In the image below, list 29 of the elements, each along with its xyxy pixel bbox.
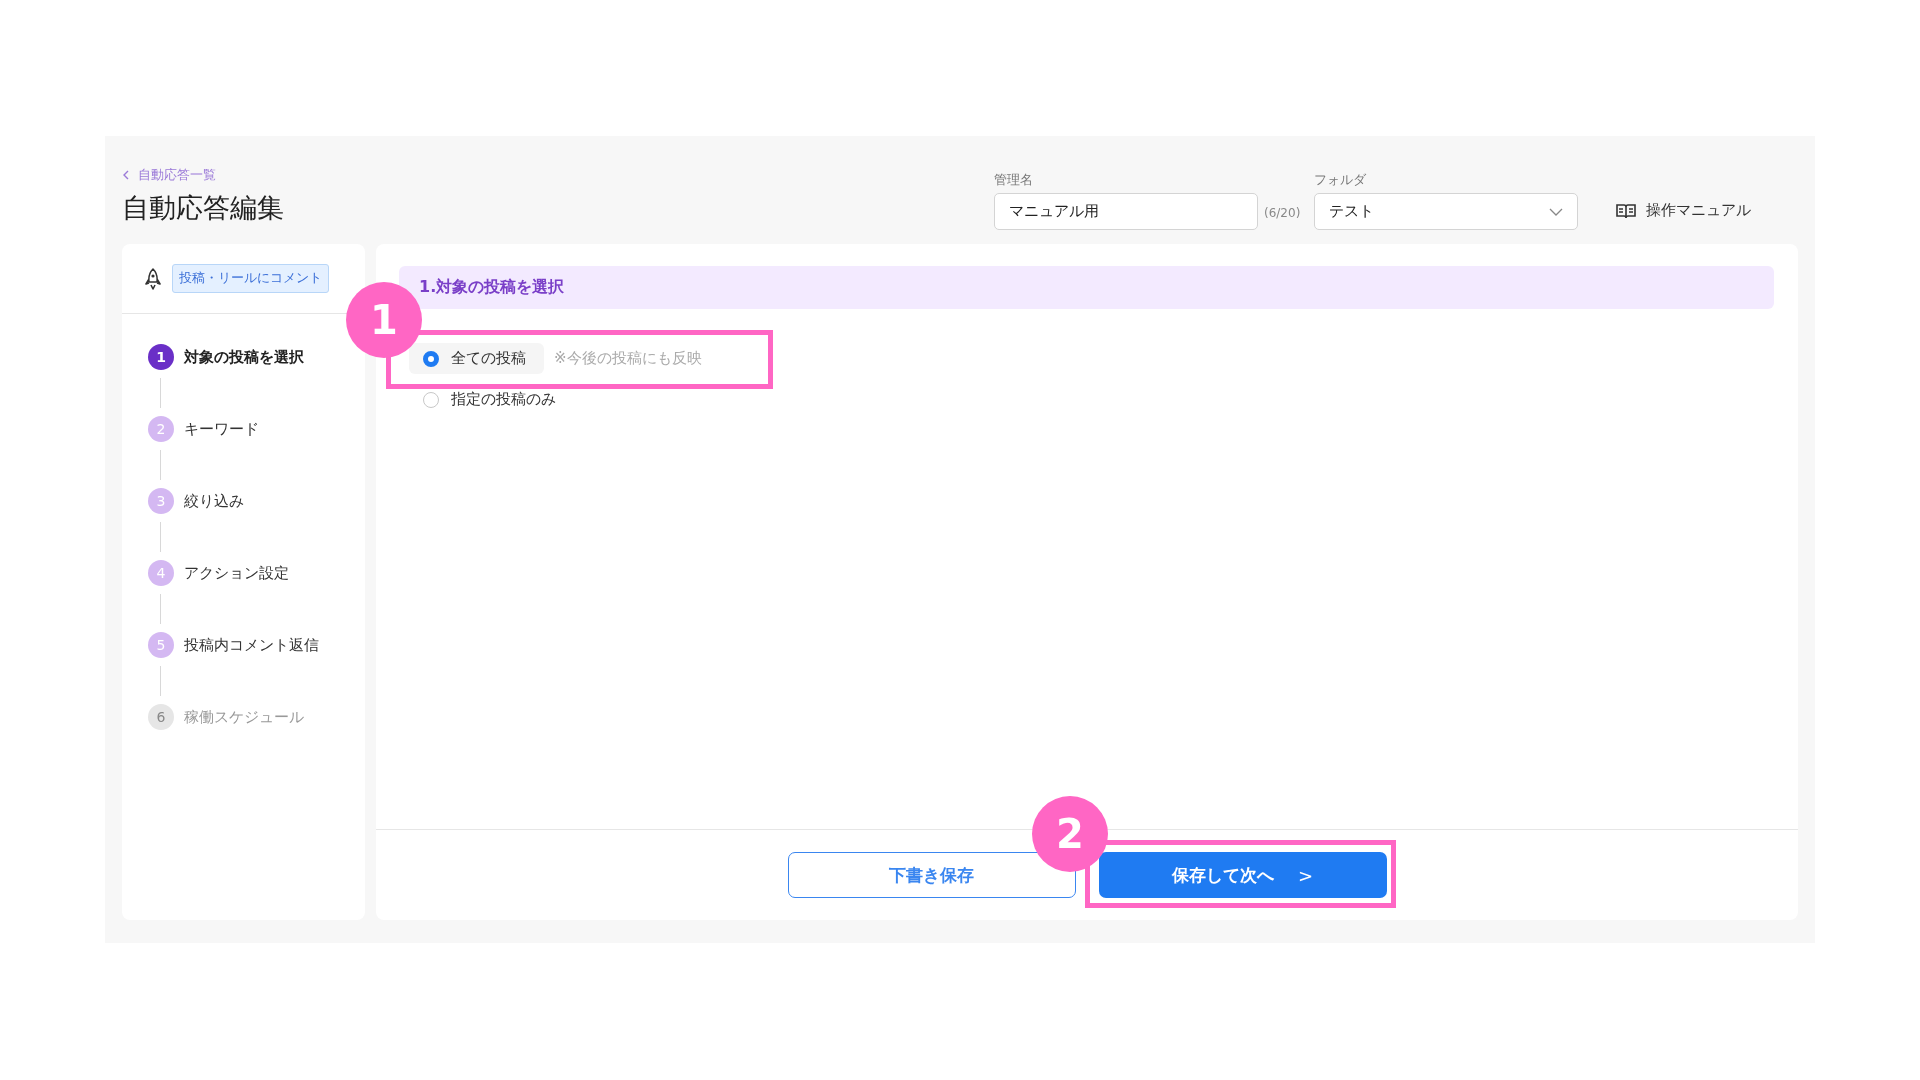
field-label: 管理名 <box>994 171 1034 189</box>
step-label[interactable]: 絞り込み <box>184 491 244 511</box>
character-counter: (6/20) <box>1264 206 1301 220</box>
step-number: 4 <box>148 560 174 586</box>
step-label[interactable]: キーワード <box>184 419 259 439</box>
step-number: 2 <box>148 416 174 442</box>
section-heading: 1.対象の投稿を選択 <box>399 266 1774 309</box>
book-icon <box>1616 202 1637 219</box>
manual-link[interactable]: 操作マニュアル <box>1616 201 1752 220</box>
chevron-down-icon <box>1549 207 1564 216</box>
step-label[interactable]: 対象の投稿を選択 <box>184 347 304 367</box>
step-number: 3 <box>148 488 174 514</box>
radio-option[interactable]: 全ての投稿 <box>409 343 544 374</box>
type-tag: 投稿・リールにコメント <box>172 264 329 293</box>
step-number: 1 <box>148 344 174 370</box>
step-label[interactable]: 投稿内コメント返信 <box>184 635 319 655</box>
save-next-button[interactable]: 保存して次へ > <box>1098 852 1387 898</box>
step-label[interactable]: アクション設定 <box>184 563 289 583</box>
step-number: 5 <box>148 632 174 658</box>
rocket-icon <box>144 267 162 290</box>
option-note: ※今後の投稿にも反映 <box>554 349 702 368</box>
page-title: 自動応答編集 <box>122 191 285 225</box>
save-draft-button[interactable]: 下書き保存 <box>787 852 1076 898</box>
folder-dropdown[interactable]: テスト <box>1314 193 1579 230</box>
step-number: 6 <box>148 704 174 730</box>
radio-option[interactable]: 指定の投稿のみ <box>409 384 574 415</box>
field-label: フォルダ <box>1314 171 1368 189</box>
chevron-left-icon <box>122 170 130 180</box>
name-input-field[interactable]: マニュアル用 <box>994 193 1258 230</box>
